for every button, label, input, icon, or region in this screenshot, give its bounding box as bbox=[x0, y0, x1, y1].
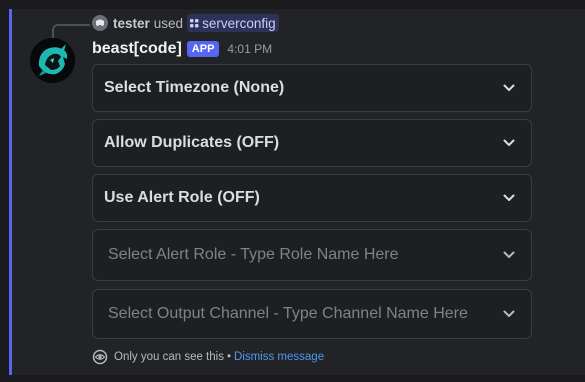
allow-duplicates-select[interactable]: Allow Duplicates (OFF) bbox=[92, 119, 532, 167]
reply-action: used bbox=[153, 15, 184, 31]
alert-role-select[interactable]: Select Alert Role - Type Role Name Here bbox=[92, 229, 532, 281]
select-label: Use Alert Role (OFF) bbox=[104, 189, 260, 206]
chevron-down-icon bbox=[501, 190, 517, 206]
reply-avatar-icon bbox=[92, 15, 108, 31]
chat-frame: tester used serverconfig beast[code] APP… bbox=[0, 0, 585, 382]
message-timestamp: 4:01 PM bbox=[227, 42, 273, 56]
select-label: Select Timezone (None) bbox=[104, 79, 285, 96]
dismiss-message-link[interactable]: Dismiss message bbox=[234, 351, 324, 363]
select-placeholder: Select Output Channel - Type Channel Nam… bbox=[108, 305, 468, 322]
output-channel-select[interactable]: Select Output Channel - Type Channel Nam… bbox=[92, 289, 532, 339]
timezone-select[interactable]: Select Timezone (None) bbox=[92, 64, 532, 112]
bot-avatar[interactable] bbox=[30, 38, 75, 83]
slash-command-name: serverconfig bbox=[202, 15, 276, 31]
chevron-down-icon bbox=[501, 306, 517, 322]
reply-username[interactable]: tester bbox=[113, 16, 150, 31]
ephemeral-separator: • bbox=[226, 351, 231, 363]
use-alert-role-select[interactable]: Use Alert Role (OFF) bbox=[92, 174, 532, 222]
chevron-down-icon bbox=[501, 135, 517, 151]
chevron-down-icon bbox=[501, 80, 517, 96]
reply-reference[interactable]: tester used serverconfig bbox=[92, 14, 279, 32]
bot-message: tester used serverconfig beast[code] APP… bbox=[9, 9, 585, 375]
slash-command-pill[interactable]: serverconfig bbox=[187, 14, 279, 32]
ephemeral-text: Only you can see this bbox=[114, 351, 224, 363]
chevron-down-icon bbox=[501, 247, 517, 263]
select-placeholder: Select Alert Role - Type Role Name Here bbox=[108, 246, 399, 263]
bot-username[interactable]: beast[code] bbox=[92, 40, 182, 58]
message-header: beast[code] APP 4:01 PM bbox=[92, 40, 272, 58]
select-label: Allow Duplicates (OFF) bbox=[104, 134, 280, 151]
app-badge: APP bbox=[186, 41, 220, 57]
slash-command-icon bbox=[190, 18, 199, 28]
reply-connector bbox=[52, 24, 90, 40]
ephemeral-notice: Only you can see this • Dismiss message bbox=[92, 349, 324, 365]
eye-icon bbox=[92, 349, 108, 365]
